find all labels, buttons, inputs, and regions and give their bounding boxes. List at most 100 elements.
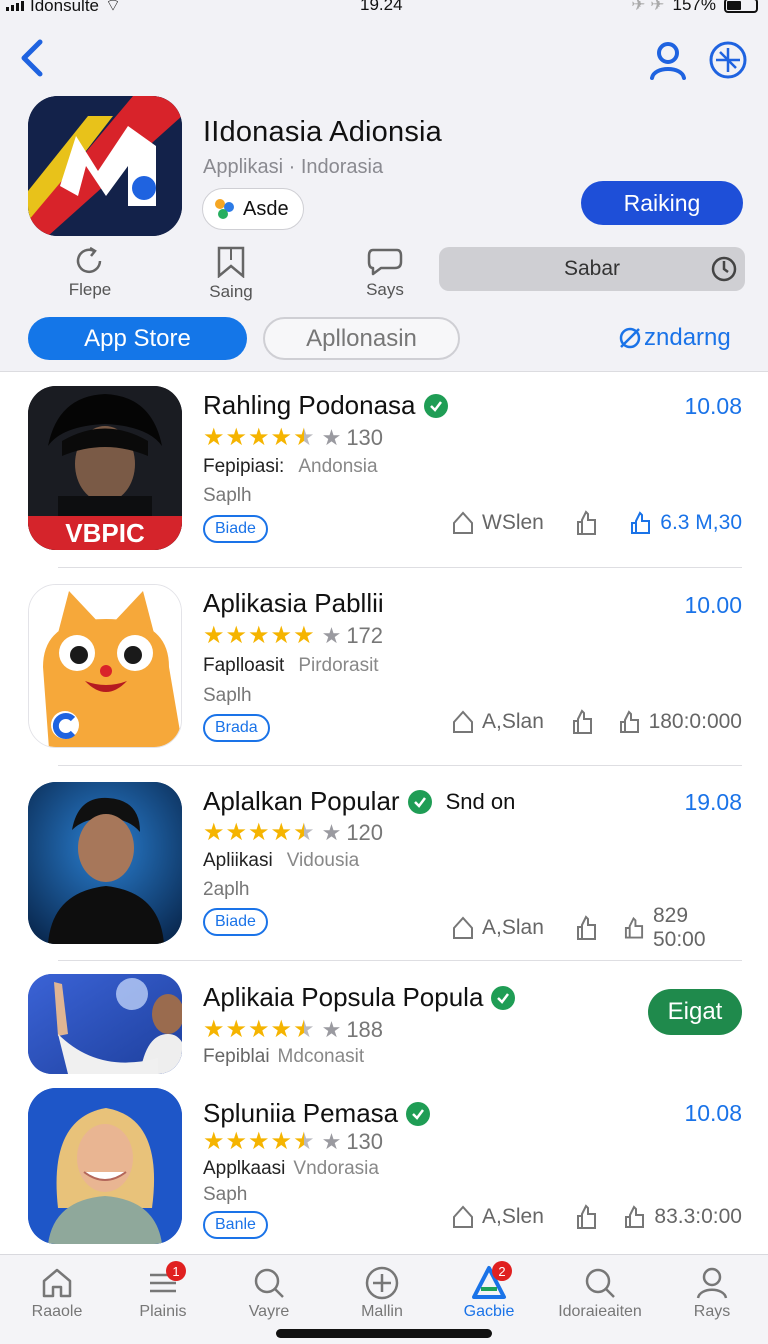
verified-icon <box>423 393 448 418</box>
app-name: Aplikasia Pabllii <box>203 588 384 619</box>
stat-views-label: A,Slan <box>482 916 544 939</box>
stat-likes[interactable] <box>576 1204 624 1230</box>
region-label: Mdconasit <box>277 1046 365 1067</box>
tab-applications[interactable]: Apllonasin <box>263 317 460 360</box>
tab-gacbie[interactable]: 2 Gacbie <box>434 1261 544 1321</box>
tab-mallin[interactable]: Mallin <box>327 1265 437 1321</box>
ranking-button[interactable]: Raiking <box>581 181 743 225</box>
app-price[interactable]: 10.08 <box>684 393 742 420</box>
app-extra-label: Snd on <box>445 788 516 814</box>
stat-views: A,Slen <box>452 1205 576 1229</box>
app-name: Aplalkan Popular Snd on <box>203 786 515 817</box>
notification-badge: 2 <box>492 1261 512 1281</box>
region-label: Vndorasia <box>293 1158 379 1179</box>
stat-likes[interactable] <box>576 915 624 941</box>
app-category: Faplloasit Pirdorasit <box>203 655 379 677</box>
app-name-text: Aplalkan Popular <box>203 786 400 816</box>
app-name-text: Aplikasia Pabllii <box>203 588 384 618</box>
tab-plainis[interactable]: 1 Plainis <box>108 1261 218 1321</box>
airplane-icon: ✈ ✈ <box>631 0 665 14</box>
thumb-icon <box>577 1204 596 1229</box>
review-count: 120 <box>346 820 384 845</box>
review-count: 172 <box>346 623 384 648</box>
tab-home[interactable]: Raaole <box>2 1265 112 1321</box>
review-count: 188 <box>346 1017 384 1042</box>
divider <box>58 567 742 568</box>
action-label: Saing <box>209 282 253 301</box>
action-label: Flepe <box>68 280 112 299</box>
stat-downloads-label: 180:0:000 <box>648 710 742 733</box>
action-says[interactable]: Says <box>345 246 425 300</box>
tab-app-store[interactable]: App Store <box>28 317 247 360</box>
app-badge[interactable]: Biade <box>203 908 268 936</box>
divider <box>58 960 742 961</box>
category-label: Apliikasi <box>203 850 273 871</box>
home-indicator <box>276 1329 492 1338</box>
app-badge[interactable]: Biade <box>203 515 268 543</box>
thumb-icon <box>577 510 596 535</box>
app-stats: A,Slan 829 50:00 <box>452 904 742 952</box>
region-label: Vidousia <box>286 850 360 871</box>
app-badge[interactable]: Banle <box>203 1211 268 1239</box>
tab-idoraieaiten[interactable]: Idoraieaiten <box>545 1265 655 1321</box>
status-right: ✈ ✈ 157% <box>631 0 758 15</box>
category-chip[interactable]: Asde <box>202 188 304 230</box>
app-name-text: Rahling Podonasa <box>203 390 416 420</box>
review-count: 130 <box>346 1129 384 1154</box>
tab-link-label: zndarng <box>644 324 731 351</box>
tab-label: Idoraieaiten <box>558 1303 642 1320</box>
wifi-icon: ⌔ <box>105 0 121 15</box>
home-outline-icon <box>453 1205 473 1228</box>
app-name: Aplikaia Popsula Popula <box>203 982 516 1013</box>
battery-label: 157% <box>672 0 716 14</box>
plus-circle-icon <box>365 1266 399 1300</box>
tab-label: Mallin <box>361 1303 403 1320</box>
download-stack-icon <box>631 511 651 534</box>
tab-rays[interactable]: Rays <box>657 1265 767 1321</box>
app-price[interactable]: 19.08 <box>684 789 742 816</box>
thumb-label: VBPIC <box>65 518 145 548</box>
action-refresh[interactable]: Flepe <box>50 246 130 300</box>
app-price[interactable]: 10.08 <box>684 1100 742 1127</box>
home-icon <box>42 1268 72 1298</box>
app-name: Rahling Podonasa <box>203 390 448 421</box>
back-button[interactable] <box>18 38 48 78</box>
category-label: Faplloasit <box>203 655 285 676</box>
region-label: Andonsia <box>298 456 378 477</box>
app-thumbnail <box>28 782 182 944</box>
stat-downloads-label: 6.3 M,30 <box>660 511 742 534</box>
download-stack-icon <box>624 916 644 939</box>
app-price[interactable]: 10.00 <box>684 592 742 619</box>
app-stats: WSlen 6.3 M,30 <box>452 510 742 536</box>
app-stats: A,Slen 83.3:0:00 <box>452 1204 742 1230</box>
portrait-image-icon <box>28 974 182 1074</box>
app-category: Fepiblai Mdconasit <box>203 1046 364 1068</box>
divider <box>58 765 742 766</box>
thumb-icon <box>577 915 596 940</box>
clock-icon <box>711 256 737 282</box>
notification-badge: 1 <box>166 1261 186 1281</box>
bookmark-icon <box>217 246 245 278</box>
stat-likes[interactable] <box>572 709 618 735</box>
app-category: Apliikasi Vidousia <box>203 850 359 872</box>
profile-button[interactable] <box>648 40 688 80</box>
cat-mascot-icon <box>29 585 181 747</box>
app-header: Idonsulte ⌔ 19.24 ✈ ✈ 157% IIdonasia Adi… <box>0 0 768 372</box>
home-outline-icon <box>453 710 473 733</box>
tab-trending-link[interactable]: zndarng <box>618 324 731 352</box>
stat-likes[interactable] <box>576 510 624 536</box>
tab-label: Plainis <box>139 1303 187 1320</box>
tab-vayre[interactable]: Vayre <box>214 1265 324 1321</box>
compass-button[interactable] <box>708 40 748 80</box>
app-title: IIdonasia Adionsia <box>203 116 442 148</box>
action-save[interactable]: Saing <box>191 246 271 302</box>
search-icon <box>585 1268 615 1298</box>
tab-label: Rays <box>693 1303 731 1320</box>
app-sub: Saplh <box>203 685 252 706</box>
search-bar[interactable]: Sabar <box>439 247 745 291</box>
category-label: Fepiblai <box>203 1046 270 1067</box>
app-badge[interactable]: Brada <box>203 714 270 742</box>
chat-icon <box>367 248 403 276</box>
app-subtitle: Applikasi · Indorasia <box>203 156 384 178</box>
get-button[interactable]: Eigat <box>648 989 742 1035</box>
